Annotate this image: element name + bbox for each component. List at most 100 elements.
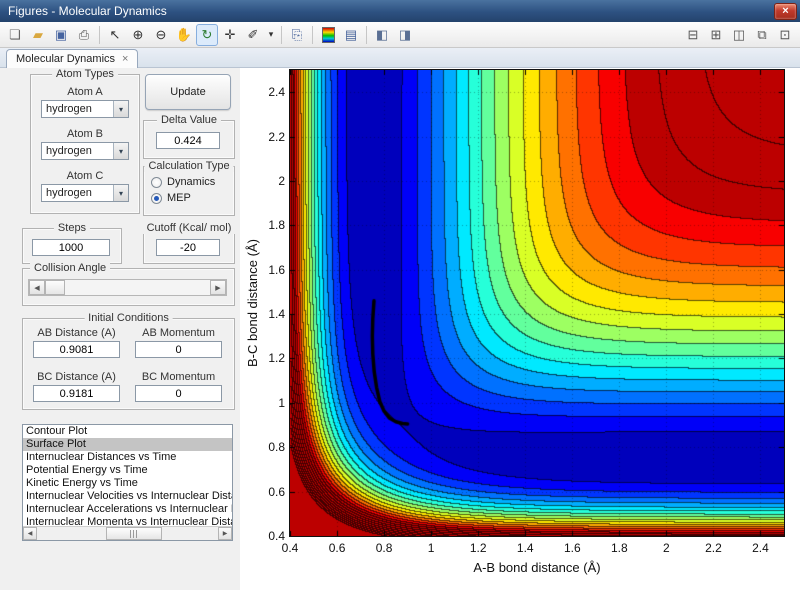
x-tick-label: 1.4	[516, 541, 534, 555]
rotate-3d-icon[interactable]: ↻	[196, 23, 218, 46]
zoom-in-icon[interactable]: ⊕	[127, 24, 149, 46]
scrollbar-right-arrow-icon[interactable]: ▶	[218, 527, 232, 540]
list-item[interactable]: Contour Plot	[23, 425, 232, 438]
new-figure-icon[interactable]: ❏	[4, 24, 26, 46]
bc-momentum-label: BC Momentum	[141, 371, 216, 383]
insert-legend-icon[interactable]: ▤	[340, 24, 362, 46]
contour-plot-canvas[interactable]	[289, 69, 785, 537]
atom-c-value: hydrogen	[46, 187, 92, 199]
ab-momentum-input[interactable]	[135, 341, 222, 358]
edit-pointer-icon[interactable]: ↖	[104, 24, 126, 46]
scrollbar-thumb[interactable]	[105, 527, 162, 540]
insert-colorbar-icon[interactable]	[317, 24, 339, 46]
delta-value-input[interactable]	[156, 132, 220, 149]
layout-columns-icon[interactable]: ◫	[728, 24, 750, 46]
radio-button-icon[interactable]	[151, 176, 162, 188]
slider-right-arrow-icon[interactable]: ▶	[210, 280, 226, 295]
toolbar-separator	[312, 25, 313, 44]
layout-float-icon[interactable]: ⧉	[751, 24, 773, 46]
window-close-button[interactable]: ×	[774, 3, 797, 20]
chevron-down-icon[interactable]: ▾	[113, 185, 128, 201]
list-item[interactable]: Kinetic Energy vs Time	[23, 477, 232, 490]
chevron-down-icon[interactable]: ▾	[113, 143, 128, 159]
titlebar: Figures - Molecular Dynamics ×	[0, 0, 800, 22]
slider-left-arrow-icon[interactable]: ◀	[29, 280, 45, 295]
layout-minimize-icon[interactable]: ⊟	[682, 24, 704, 46]
scrollbar-left-arrow-icon[interactable]: ◀	[23, 527, 37, 540]
steps-input[interactable]	[32, 239, 110, 256]
x-tick-label: 1.8	[610, 541, 628, 555]
radio-button-icon[interactable]	[151, 192, 162, 204]
plot-pane: 0.4 0.6 0.8 1 1.2 1.4 1.6 1.8 2 2.2 2.4 0.4 0.6 0.8 1…	[240, 68, 800, 590]
radio-label: MEP	[167, 192, 191, 204]
toolbar-separator	[366, 25, 367, 44]
window-title: Figures - Molecular Dynamics	[8, 4, 167, 18]
cutoff-input[interactable]	[156, 239, 220, 256]
brush-icon[interactable]: ✐	[242, 24, 264, 46]
brush-dropdown-icon[interactable]: ▾	[265, 24, 277, 46]
layout-split-icon[interactable]: ⊞	[705, 24, 727, 46]
list-item[interactable]: Internuclear Velocities vs Internuclear …	[23, 490, 232, 503]
atom-a-value: hydrogen	[46, 103, 92, 115]
list-item[interactable]: Internuclear Accelerations vs Internucle…	[23, 503, 232, 516]
toolbar-right-group: ⊟ ⊞ ◫ ⧉ ⊡	[682, 24, 796, 46]
initial-conditions-title: Initial Conditions	[84, 312, 173, 324]
initial-conditions-panel: Initial Conditions AB Distance (A) AB Mo…	[22, 312, 235, 410]
delta-value-panel: Delta Value	[143, 114, 235, 159]
atom-a-label: Atom A	[67, 86, 103, 98]
collision-angle-slider[interactable]: ◀ ▶	[28, 279, 227, 296]
print-icon[interactable]: ⎙	[73, 24, 95, 46]
cutoff-panel: Cutoff (Kcal/ mol)	[142, 222, 236, 264]
atom-b-dropdown[interactable]: hydrogen ▾	[41, 142, 129, 160]
plot-type-list: Contour Plot Surface Plot Internuclear Dis…	[23, 425, 232, 527]
scrollbar-track[interactable]	[37, 527, 218, 540]
calculation-type-title: Calculation Type	[144, 160, 234, 172]
bc-momentum-input[interactable]	[135, 385, 222, 402]
toolbar-separator	[281, 25, 282, 44]
hide-plot-tools-icon[interactable]: ◧	[371, 24, 393, 46]
atom-b-value: hydrogen	[46, 145, 92, 157]
listbox-hscrollbar[interactable]: ◀ ▶	[23, 526, 232, 540]
list-item[interactable]: Internuclear Distances vs Time	[23, 451, 232, 464]
zoom-out-icon[interactable]: ⊖	[150, 24, 172, 46]
radio-mep[interactable]: MEP	[151, 192, 234, 204]
ab-distance-input[interactable]	[33, 341, 120, 358]
open-file-icon[interactable]: ▰	[27, 24, 49, 46]
list-item[interactable]: Surface Plot	[23, 438, 232, 451]
bc-distance-label: BC Distance (A)	[37, 371, 116, 383]
pan-icon[interactable]: ✋	[173, 24, 195, 46]
cutoff-title: Cutoff (Kcal/ mol)	[142, 222, 236, 234]
atom-c-dropdown[interactable]: hydrogen ▾	[41, 184, 129, 202]
atom-types-panel: Atom Types Atom A hydrogen ▾ Atom B hydr…	[30, 68, 140, 214]
slider-thumb[interactable]	[45, 280, 65, 295]
x-tick-label: 2.2	[705, 541, 722, 555]
x-axis-label: A-B bond distance (Å)	[473, 560, 601, 575]
dock-figure-icon[interactable]: ⊡	[774, 24, 796, 46]
atom-c-label: Atom C	[66, 170, 104, 182]
slider-track[interactable]	[45, 280, 210, 295]
calculation-type-options: Dynamics MEP	[144, 172, 234, 208]
update-button[interactable]: Update	[145, 74, 231, 110]
atom-types-title: Atom Types	[52, 68, 118, 80]
x-tick-label: 2.4	[752, 541, 769, 555]
tab-molecular-dynamics[interactable]: Molecular Dynamics ×	[6, 49, 139, 68]
save-icon[interactable]: ▣	[50, 24, 72, 46]
ab-momentum-label: AB Momentum	[142, 327, 215, 339]
atom-a-dropdown[interactable]: hydrogen ▾	[41, 100, 129, 118]
data-cursor-icon[interactable]: ✛	[219, 24, 241, 46]
toolbar-left-group: ❏ ▰ ▣ ⎙ ↖ ⊕ ⊖ ✋ ↻ ✛ ✐ ▾ ⎘ ▤ ◧ ◨	[4, 23, 416, 46]
link-plots-icon[interactable]: ⎘	[286, 24, 308, 46]
chevron-down-icon[interactable]: ▾	[113, 101, 128, 117]
list-item[interactable]: Potential Energy vs Time	[23, 464, 232, 477]
atom-b-label: Atom B	[66, 128, 104, 140]
radio-dynamics[interactable]: Dynamics	[151, 176, 234, 188]
show-plot-tools-icon[interactable]: ◨	[394, 24, 416, 46]
tab-bar: Molecular Dynamics ×	[0, 48, 800, 68]
plot-type-listbox[interactable]: Contour Plot Surface Plot Internuclear Dis…	[22, 424, 233, 541]
bc-distance-input[interactable]	[33, 385, 120, 402]
tab-close-icon[interactable]: ×	[122, 53, 128, 65]
figures-window: Figures - Molecular Dynamics × ❏ ▰ ▣ ⎙ ↖ ⊕ ⊖ ✋ ↻…	[0, 0, 800, 590]
scrollbar-grip	[129, 529, 138, 538]
calculation-type-panel: Calculation Type Dynamics MEP	[143, 160, 235, 216]
colorbar-glyph	[321, 26, 335, 43]
